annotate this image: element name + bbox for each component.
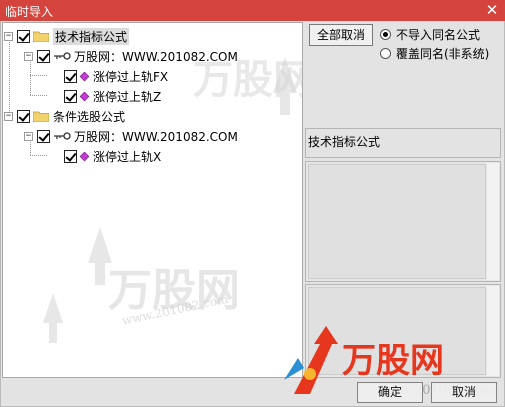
tree-group-screening[interactable]: − 条件选股公式 — [4, 107, 125, 125]
cancel-button[interactable]: 取消 — [431, 382, 497, 403]
tree-item[interactable]: 涨停过上轨FX — [64, 67, 168, 85]
source-checkbox[interactable] — [37, 49, 50, 63]
collapse-toggle[interactable]: − — [24, 131, 33, 141]
radio-label: 覆盖同名(非系统) — [396, 47, 490, 61]
window-title: 临时导入 — [5, 5, 54, 19]
scrollbar[interactable] — [487, 286, 499, 376]
description-box[interactable] — [305, 161, 501, 282]
collapse-toggle[interactable]: − — [4, 111, 13, 121]
tree-line — [30, 155, 47, 156]
item-label: 涨停过上轨FX — [93, 69, 169, 84]
key-icon — [54, 52, 71, 60]
radio-overwrite-duplicates[interactable]: 覆盖同名(非系统) — [380, 45, 489, 62]
group-label: 条件选股公式 — [53, 109, 126, 124]
tree-group-technical[interactable]: − 技术指标公式 — [4, 27, 130, 45]
tree-line — [30, 75, 47, 76]
detail-box[interactable] — [305, 284, 501, 378]
item-checkbox[interactable] — [64, 149, 77, 163]
source-checkbox[interactable] — [37, 129, 50, 143]
title-bar: 临时导入 ✕ — [0, 0, 505, 21]
radio-dot[interactable] — [380, 29, 391, 40]
tree-source-node[interactable]: − 万股网：WWW.201082.COM — [24, 127, 238, 145]
source-label: 万股网：WWW.201082.COM — [74, 129, 238, 144]
watermark-brand-text: 万股网 — [108, 265, 240, 316]
scrollbar[interactable] — [487, 163, 499, 280]
diamond-icon — [80, 91, 89, 101]
item-label: 涨停过上轨X — [93, 149, 162, 164]
watermark-url-text: www.201082.com — [121, 292, 230, 328]
collapse-toggle[interactable]: − — [4, 31, 13, 41]
tree-item[interactable]: 涨停过上轨Z — [64, 87, 161, 105]
diamond-icon — [80, 71, 89, 81]
ok-button[interactable]: 确定 — [357, 382, 423, 403]
item-checkbox[interactable] — [64, 69, 77, 83]
group-label: 技术指标公式 — [53, 27, 130, 45]
radio-label: 不导入同名公式 — [396, 28, 481, 42]
item-checkbox[interactable] — [64, 89, 77, 103]
tree-item[interactable]: 涨停过上轨X — [64, 147, 161, 165]
description-area — [308, 164, 486, 279]
diamond-icon — [80, 151, 89, 161]
info-label: 技术指标公式 — [308, 135, 381, 149]
detail-area — [308, 287, 486, 375]
radio-skip-duplicates[interactable]: 不导入同名公式 — [380, 26, 480, 43]
folder-icon — [33, 31, 49, 42]
collapse-toggle[interactable]: − — [24, 51, 33, 61]
source-label: 万股网：WWW.201082.COM — [74, 49, 238, 64]
tree-line — [30, 95, 47, 96]
info-panel: 技术指标公式 — [305, 128, 501, 158]
cancel-all-button[interactable]: 全部取消 — [309, 24, 373, 46]
radio-dot[interactable] — [380, 48, 391, 59]
tree-line — [9, 37, 10, 113]
group-checkbox[interactable] — [17, 29, 30, 43]
tree-source-node[interactable]: − 万股网：WWW.201082.COM — [24, 47, 238, 65]
close-icon[interactable]: ✕ — [483, 1, 501, 19]
item-label: 涨停过上轨Z — [93, 89, 162, 104]
formula-tree[interactable]: 万股网 www.201082.com 万股网 − 技术指标公式 − 万股网：WW… — [2, 22, 303, 378]
key-icon — [54, 132, 71, 140]
group-checkbox[interactable] — [17, 109, 30, 123]
folder-icon — [33, 111, 49, 122]
